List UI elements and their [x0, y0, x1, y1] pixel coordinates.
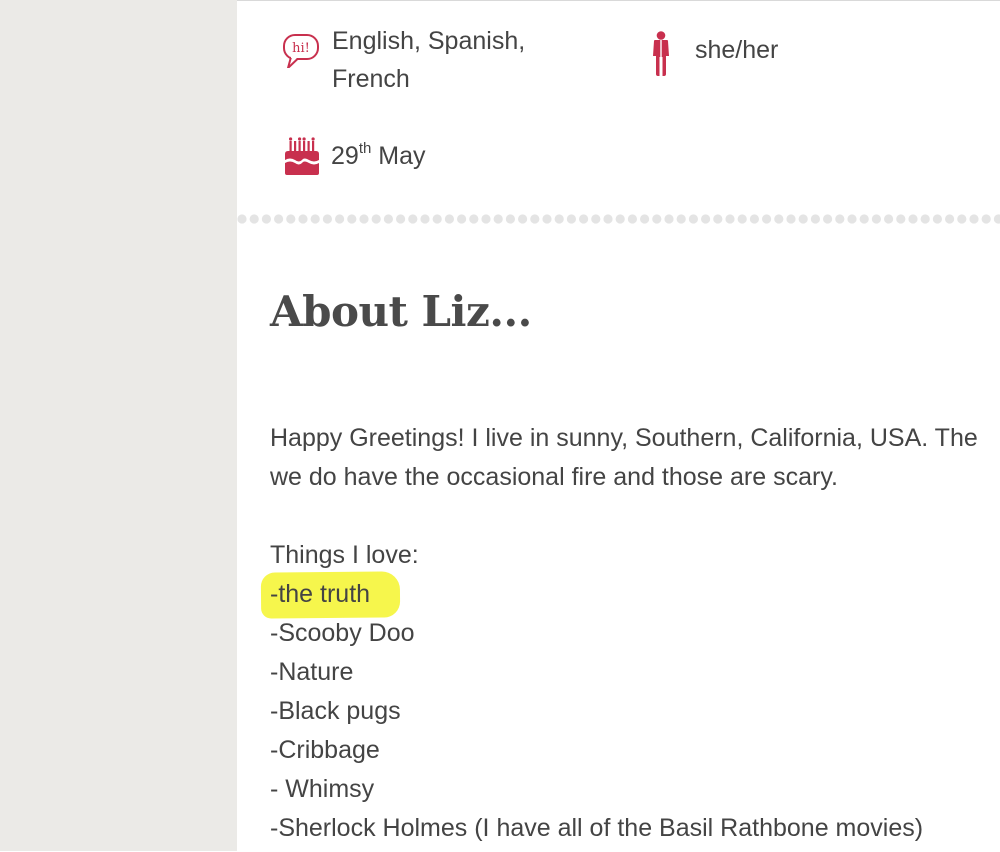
divider-dot [945, 214, 955, 224]
love-item: - Whimsy [270, 775, 375, 803]
birthday-day: 29 [331, 142, 359, 170]
divider-dot [591, 214, 601, 224]
divider-dot [286, 214, 296, 224]
divider-dot [920, 214, 930, 224]
pronouns-info: she/her [650, 31, 778, 77]
divider-dot [908, 214, 918, 224]
divider-dot [444, 214, 454, 224]
bio-intro-line-1: Happy Greetings! I live in sunny, Southe… [270, 424, 978, 452]
divider-dot [603, 214, 613, 224]
divider-dot [993, 214, 1000, 224]
speech-bubble-badge-text: hi! [292, 41, 310, 56]
divider-dot [457, 214, 467, 224]
divider-dot [896, 214, 906, 224]
divider-dot [481, 214, 491, 224]
divider-dot [371, 214, 381, 224]
left-gutter [0, 0, 237, 851]
divider-dot [566, 214, 576, 224]
divider-dot [347, 214, 357, 224]
divider-dot [322, 214, 332, 224]
divider-dot [237, 214, 247, 224]
birthday-info: 29th May [283, 137, 426, 179]
love-item: -Cribbage [270, 736, 380, 764]
bio-intro-line-2: we do have the occasional fire and those… [270, 463, 838, 491]
person-icon [650, 31, 672, 77]
pronouns-text: she/her [695, 36, 779, 64]
speech-bubble-hi-icon: hi! [282, 22, 322, 69]
love-item: -Scooby Doo [270, 619, 415, 647]
divider-dot [688, 214, 698, 224]
divider-dot [701, 214, 711, 224]
divider-dot [627, 214, 637, 224]
divider-dot [274, 214, 284, 224]
birthday-cake-icon [283, 137, 321, 177]
divider-dot [640, 214, 650, 224]
birthday-month: May [378, 142, 426, 170]
divider-dot [615, 214, 625, 224]
profile-content: hi! English, Spanish, French she/her 29t… [237, 0, 1000, 852]
divider-dot [396, 214, 406, 224]
divider-dot [493, 214, 503, 224]
divider-dot [725, 214, 735, 224]
divider-dot [786, 214, 796, 224]
divider-dot [871, 214, 882, 224]
divider-dot [408, 214, 418, 224]
divider-dot [518, 214, 528, 224]
divider-dot [774, 214, 784, 224]
divider-dot [530, 214, 540, 224]
divider-dot [664, 214, 674, 224]
divider-dot [847, 214, 857, 224]
languages-line-2: French [332, 65, 410, 93]
divider-dot [884, 214, 894, 224]
languages-line-1: English, Spanish, [332, 27, 526, 55]
divider-dot [932, 214, 943, 224]
things-i-love-heading: Things I love: [270, 541, 419, 569]
divider-dot [798, 214, 808, 224]
divider-dot [469, 214, 479, 224]
divider-dot [810, 214, 821, 224]
divider-dot [579, 214, 589, 224]
divider-dot [432, 214, 442, 224]
languages-info: hi! English, Spanish, French [282, 22, 525, 98]
divider-dot [359, 214, 369, 224]
yellow-highlight-mark: -the truth [270, 575, 370, 614]
love-item: -Nature [270, 658, 354, 686]
divider-dot [420, 214, 430, 224]
divider-dot [249, 214, 259, 224]
divider-dot [969, 214, 979, 224]
birthday-day-suffix: th [358, 140, 372, 157]
divider-dot [859, 214, 869, 224]
love-item: -Sherlock Holmes (I have all of the Basi… [270, 814, 924, 842]
divider-dot [505, 214, 515, 224]
divider-dot [835, 214, 845, 224]
divider-dot [713, 214, 723, 224]
divider-dot [383, 214, 393, 224]
divider-dot [749, 214, 760, 224]
about-heading: About Liz... [270, 287, 532, 336]
divider-dot [762, 214, 772, 224]
love-item: -Black pugs [270, 697, 401, 725]
divider-dot [335, 214, 345, 224]
divider-dot [737, 214, 747, 224]
divider-dot [823, 214, 833, 224]
divider-dot [676, 214, 686, 224]
love-item-highlighted: -the truth [270, 575, 1000, 614]
divider-dot [957, 214, 967, 224]
bio-text: Happy Greetings! I live in sunny, Southe… [270, 419, 1000, 848]
divider-dot [652, 214, 662, 224]
divider-dot [298, 214, 308, 224]
divider-dot [554, 214, 564, 224]
divider-dot [310, 214, 320, 224]
dotted-divider [237, 209, 1000, 229]
divider-dot [542, 214, 552, 224]
divider-dot [261, 214, 271, 224]
divider-dot [981, 214, 991, 224]
